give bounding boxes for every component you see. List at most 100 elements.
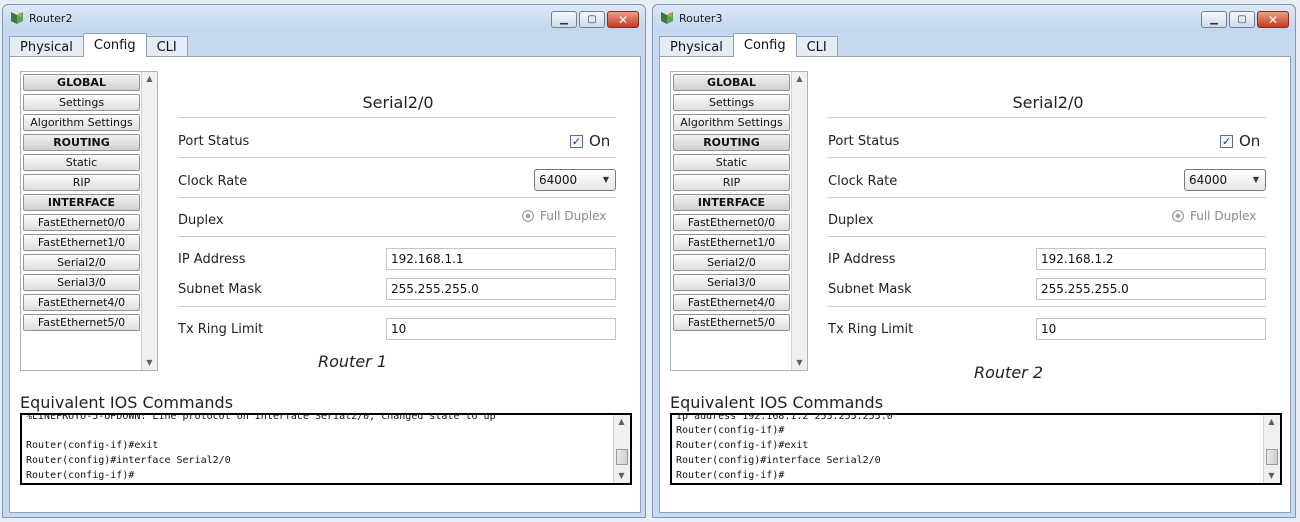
router-app-icon [661,12,673,24]
close-button[interactable]: ✕ [607,11,639,28]
config-panel: GLOBAL Settings Algorithm Settings ROUTI… [9,56,641,513]
duplex-option[interactable]: Full Duplex [522,209,606,223]
nav-item-fastethernet5-0[interactable]: FastEthernet5/0 [673,314,790,331]
tab-physical[interactable]: Physical [659,36,734,57]
scroll-down-icon[interactable]: ▼ [142,356,157,370]
ip-address-input[interactable] [386,248,616,270]
nav-item-rip[interactable]: RIP [23,174,140,191]
console-line: ip address 192.168.1.2 255.255.255.0 [676,413,893,422]
tx-ring-limit-input[interactable] [386,318,616,340]
tab-physical[interactable]: Physical [9,36,84,57]
config-nav-list: GLOBAL Settings Algorithm Settings ROUTI… [20,71,158,371]
nav-item-serial2-0[interactable]: Serial2/0 [673,254,790,271]
ios-commands-console[interactable]: %LINEPROTO-5-UPDOWN: Line protocol on In… [20,413,632,485]
tab-cli[interactable]: CLI [145,36,188,57]
port-status-toggle[interactable]: ✓ On [570,132,610,150]
title-bar[interactable]: Router3 ▁ ▢ ✕ [653,5,1295,31]
console-line: Router(config-if)# [676,470,785,481]
minimize-button[interactable]: ▁ [1201,11,1227,28]
minimize-icon: ▁ [1210,13,1218,25]
port-status-value: On [1239,132,1261,150]
tx-ring-limit-input[interactable] [1036,318,1266,340]
close-icon: ✕ [1267,12,1279,27]
port-status-label: Port Status [178,134,250,149]
ios-commands-title: Equivalent IOS Commands [20,393,234,412]
nav-item-fastethernet5-0[interactable]: FastEthernet5/0 [23,314,140,331]
subnet-mask-label: Subnet Mask [178,282,262,297]
subnet-mask-input[interactable] [386,278,616,300]
nav-item-fastethernet1-0[interactable]: FastEthernet1/0 [23,234,140,251]
maximize-icon: ▢ [1237,13,1247,25]
console-line: Router(config)#interface Serial2/0 [26,455,231,466]
port-status-checkbox[interactable]: ✓ [570,134,583,148]
nav-scrollbar[interactable]: ▲ ▼ [791,72,807,370]
nav-item-rip[interactable]: RIP [673,174,790,191]
tx-ring-limit-label: Tx Ring Limit [178,322,264,337]
router2-window: Router2 ▁ ▢ ✕ Physical Config CLI GLOBAL… [2,4,646,518]
minimize-button[interactable]: ▁ [551,11,577,28]
tab-cli[interactable]: CLI [795,36,838,57]
nav-item-fastethernet0-0[interactable]: FastEthernet0/0 [23,214,140,231]
divider [178,236,616,237]
scroll-down-icon[interactable]: ▼ [614,469,629,483]
nav-item-serial3-0[interactable]: Serial3/0 [673,274,790,291]
duplex-option[interactable]: Full Duplex [1172,209,1256,223]
nav-item-static[interactable]: Static [23,154,140,171]
console-scrollbar[interactable]: ▲ ▼ [613,415,630,483]
title-bar[interactable]: Router2 ▁ ▢ ✕ [3,5,645,31]
scroll-down-icon[interactable]: ▼ [1264,469,1279,483]
duplex-radio[interactable] [522,210,534,222]
nav-item-static[interactable]: Static [673,154,790,171]
clock-rate-select[interactable]: 64000 ▼ [534,169,616,191]
clock-rate-value: 64000 [1189,173,1228,187]
nav-header-global[interactable]: GLOBAL [23,74,140,91]
duplex-value: Full Duplex [1190,209,1257,223]
subnet-mask-input[interactable] [1036,278,1266,300]
scroll-up-icon[interactable]: ▲ [792,72,807,86]
nav-item-fastethernet4-0[interactable]: FastEthernet4/0 [673,294,790,311]
port-title: Serial2/0 [362,93,434,112]
port-status-checkbox[interactable]: ✓ [1220,134,1233,148]
port-status-value: On [589,132,611,150]
router-caption: Router 1 [318,352,388,371]
nav-item-algorithm-settings[interactable]: Algorithm Settings [673,114,790,131]
divider [178,197,616,198]
scroll-up-icon[interactable]: ▲ [142,72,157,86]
console-scrollbar[interactable]: ▲ ▼ [1263,415,1280,483]
clock-rate-select[interactable]: 64000 ▼ [1184,169,1266,191]
router3-window: Router3 ▁ ▢ ✕ Physical Config CLI GLOBAL… [652,4,1296,518]
scroll-up-icon[interactable]: ▲ [614,415,629,429]
nav-item-serial3-0[interactable]: Serial3/0 [23,274,140,291]
scroll-thumb[interactable] [1266,449,1278,465]
nav-header-routing[interactable]: ROUTING [673,134,790,151]
nav-scrollbar[interactable]: ▲ ▼ [141,72,157,370]
nav-header-global[interactable]: GLOBAL [673,74,790,91]
ip-address-label: IP Address [828,252,896,267]
nav-header-interface[interactable]: INTERFACE [23,194,140,211]
maximize-button[interactable]: ▢ [579,11,605,28]
nav-item-fastethernet1-0[interactable]: FastEthernet1/0 [673,234,790,251]
maximize-button[interactable]: ▢ [1229,11,1255,28]
duplex-radio[interactable] [1172,210,1184,222]
nav-item-settings[interactable]: Settings [673,94,790,111]
ip-address-input[interactable] [1036,248,1266,270]
nav-header-interface[interactable]: INTERFACE [673,194,790,211]
chevron-down-icon: ▼ [1252,175,1259,184]
nav-item-serial2-0[interactable]: Serial2/0 [23,254,140,271]
ios-commands-title: Equivalent IOS Commands [670,393,884,412]
tab-config[interactable]: Config [82,33,147,57]
port-status-toggle[interactable]: ✓ On [1220,132,1260,150]
nav-item-fastethernet0-0[interactable]: FastEthernet0/0 [673,214,790,231]
maximize-icon: ▢ [587,13,597,25]
nav-item-settings[interactable]: Settings [23,94,140,111]
scroll-up-icon[interactable]: ▲ [1264,415,1279,429]
nav-header-routing[interactable]: ROUTING [23,134,140,151]
nav-item-algorithm-settings[interactable]: Algorithm Settings [23,114,140,131]
tab-config[interactable]: Config [732,33,797,57]
scroll-thumb[interactable] [616,449,628,465]
divider [828,117,1266,118]
scroll-down-icon[interactable]: ▼ [792,356,807,370]
ios-commands-console[interactable]: ip address 192.168.1.2 255.255.255.0 Rou… [670,413,1282,485]
close-button[interactable]: ✕ [1257,11,1289,28]
nav-item-fastethernet4-0[interactable]: FastEthernet4/0 [23,294,140,311]
